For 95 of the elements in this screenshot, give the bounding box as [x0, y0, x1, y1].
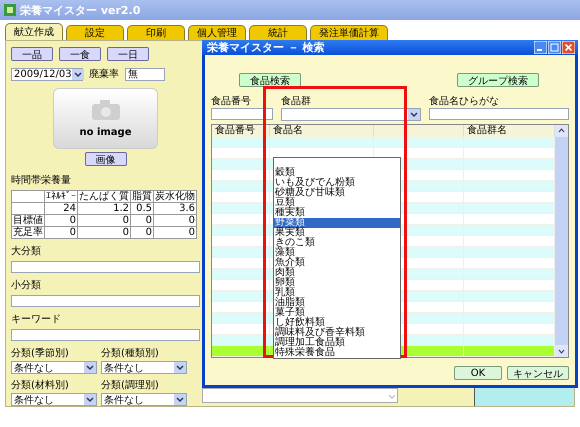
- dropdown-arrow-icon[interactable]: [174, 394, 186, 405]
- field-label: 食品群: [281, 95, 312, 108]
- dropdown-arrow-icon[interactable]: [84, 362, 96, 373]
- field-label: 食品番号: [211, 94, 252, 108]
- dropdown-item[interactable]: 油脂類: [274, 298, 400, 308]
- column-header: 炭水化物: [154, 191, 197, 203]
- table-cell: 0: [45, 227, 78, 239]
- table-cell: 1.2: [78, 203, 131, 215]
- table-cell: 3.6: [154, 203, 197, 215]
- table-cell: 0: [154, 227, 197, 239]
- input-field[interactable]: [11, 261, 200, 273]
- dropdown-item[interactable]: 魚介類: [274, 258, 400, 268]
- filter-combo[interactable]: 条件なし: [11, 361, 97, 374]
- food-group-combo[interactable]: [281, 108, 421, 121]
- dropdown-item[interactable]: 乳類: [274, 288, 400, 298]
- filter-combo[interactable]: 条件なし: [101, 393, 187, 406]
- input-field[interactable]: [11, 329, 200, 341]
- column-header: 食品名: [270, 125, 374, 137]
- table-cell: 24: [45, 203, 78, 215]
- filter-label: 分類(材料別): [11, 378, 70, 392]
- field-label: 食品名ひらがな: [429, 95, 500, 108]
- close-icon[interactable]: [562, 41, 575, 54]
- dropdown-item[interactable]: 卵類: [274, 278, 400, 288]
- dialog-title: 栄養マイスター － 検索: [207, 40, 325, 55]
- filter-combo[interactable]: 条件なし: [11, 393, 97, 406]
- tab[interactable]: 発注単価計算: [310, 25, 388, 40]
- dropdown-arrow-icon[interactable]: [408, 109, 420, 120]
- dropdown-field[interactable]: [202, 388, 398, 403]
- image-button[interactable]: 画像: [84, 152, 126, 166]
- field-label: 大分類: [11, 244, 42, 258]
- scrollbar[interactable]: [555, 125, 568, 357]
- dropdown-arrow-icon[interactable]: [84, 394, 96, 405]
- ok-button[interactable]: OK: [454, 366, 502, 380]
- tab[interactable]: 設定: [66, 25, 124, 40]
- cancel-button[interactable]: キャンセル: [507, 366, 569, 380]
- dropdown-item[interactable]: 調理加工食品類: [274, 338, 400, 348]
- nutrition-title: 時間帯栄養量: [11, 174, 72, 187]
- field-label: 小分類: [11, 278, 42, 292]
- scroll-down-icon[interactable]: [555, 345, 568, 357]
- filter-label: 分類(種類別): [101, 346, 160, 360]
- table-cell: 0: [45, 215, 78, 227]
- tab[interactable]: 印刷: [127, 25, 185, 40]
- dropdown-item[interactable]: 果実類: [274, 228, 400, 238]
- image-caption: no image: [79, 127, 132, 138]
- waste-rate-label: 廃棄率: [89, 68, 119, 81]
- tab[interactable]: 統計: [249, 25, 307, 40]
- window-title: 栄養マイスター ver2.0: [20, 2, 140, 18]
- column-header: たんぱく質: [78, 191, 131, 203]
- dropdown-item[interactable]: 肉類: [274, 268, 400, 278]
- row-header: 目標値: [12, 215, 45, 227]
- table-cell: 0: [154, 215, 197, 227]
- dropdown-item[interactable]: いも及びでん粉類: [274, 178, 400, 188]
- filter-label: 分類(季節別): [11, 346, 70, 360]
- table-cell: 0.5: [131, 203, 154, 215]
- meal-button[interactable]: 一品: [11, 47, 53, 61]
- dropdown-item[interactable]: 特殊栄養食品: [274, 348, 400, 358]
- input-field[interactable]: [11, 295, 200, 307]
- maximize-icon[interactable]: [548, 41, 561, 54]
- dropdown-arrow-icon[interactable]: [174, 362, 186, 373]
- app-icon: [4, 4, 16, 16]
- dropdown-item[interactable]: きのこ類: [274, 238, 400, 248]
- dropdown-item[interactable]: 豆類: [274, 198, 400, 208]
- group-search-button[interactable]: グループ検索: [457, 73, 539, 87]
- dropdown-item[interactable]: し好飲料類: [274, 318, 400, 328]
- table-cell: 0: [78, 215, 131, 227]
- food-number-field[interactable]: [211, 108, 273, 120]
- column-header: 食品群名: [464, 125, 555, 137]
- row-header: 充足率: [12, 227, 45, 239]
- table-cell: 0: [78, 227, 131, 239]
- dropdown-item[interactable]: 砂糖及び甘味類: [274, 188, 400, 198]
- date-combo[interactable]: 2009/12/03: [11, 68, 83, 80]
- dropdown-item[interactable]: 調味料及び香辛料類: [274, 328, 400, 338]
- tab[interactable]: 献立作成: [5, 23, 63, 40]
- table-row[interactable]: [212, 148, 555, 159]
- dropdown-item[interactable]: 種実類: [274, 208, 400, 218]
- food-search-button[interactable]: 食品検索: [239, 73, 301, 87]
- dropdown-arrow-icon[interactable]: [72, 68, 84, 80]
- food-kana-field[interactable]: [429, 108, 569, 120]
- dropdown-item[interactable]: 菓子類: [274, 308, 400, 318]
- tab[interactable]: 個人管理: [188, 25, 246, 40]
- meal-button[interactable]: 一日: [107, 47, 149, 61]
- field-label: キーワード: [11, 313, 62, 326]
- table-cell: 0: [131, 215, 154, 227]
- dropdown-item[interactable]: 穀類: [274, 168, 400, 178]
- column-header: ｴﾈﾙｷﾞｰ: [45, 191, 78, 203]
- table-cell: 0: [131, 227, 154, 239]
- dropdown-item[interactable]: 藻類: [274, 248, 400, 258]
- waste-rate-combo[interactable]: 無: [125, 68, 165, 80]
- minimize-icon[interactable]: [534, 41, 547, 54]
- filter-combo[interactable]: 条件なし: [101, 361, 187, 374]
- column-header: 脂質: [131, 191, 154, 203]
- meal-button[interactable]: 一食: [59, 47, 101, 61]
- scroll-up-icon[interactable]: [555, 125, 568, 137]
- filter-label: 分類(調理別): [101, 378, 160, 392]
- camera-icon: [90, 99, 120, 121]
